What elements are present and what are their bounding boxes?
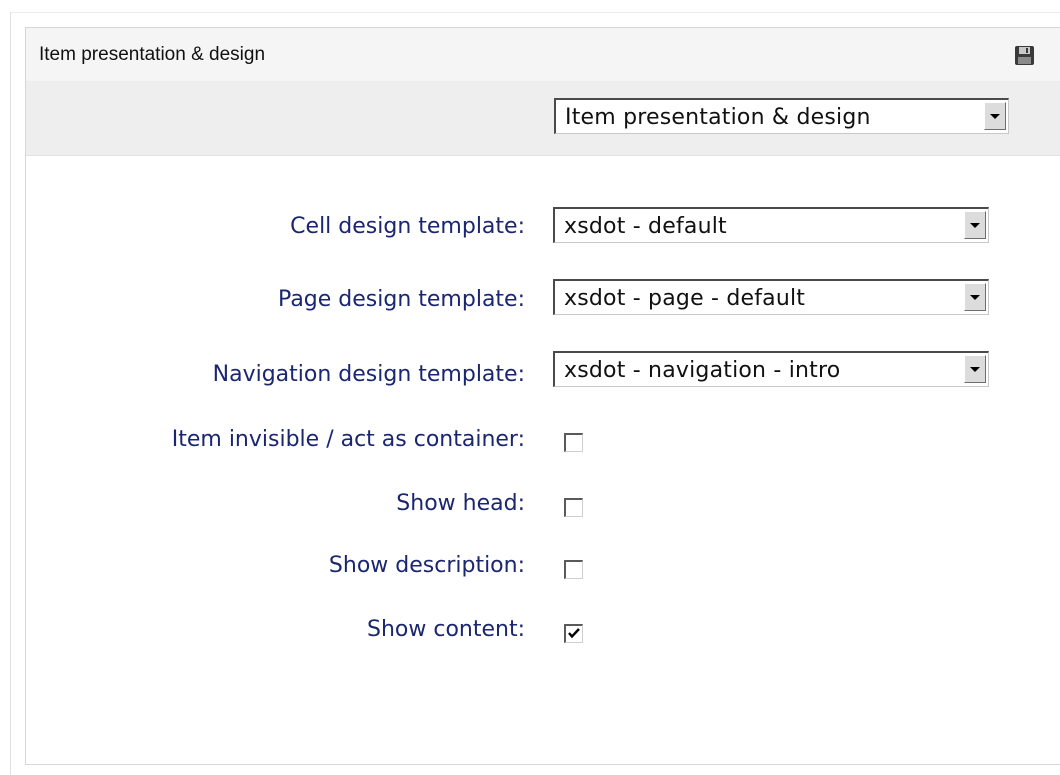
section-select[interactable]: Item presentation & design xyxy=(554,98,1009,134)
show-head-checkbox[interactable] xyxy=(564,498,583,517)
cell-design-template-value: xsdot - default xyxy=(564,214,727,239)
navigation-design-template-label: Navigation design template: xyxy=(212,362,525,387)
cell-design-template-label: Cell design template: xyxy=(290,214,525,239)
panel-header: Item presentation & design xyxy=(26,28,1060,82)
panel-title: Item presentation & design xyxy=(39,44,266,65)
chevron-down-icon[interactable] xyxy=(964,283,986,311)
item-presentation-panel: Item presentation & design Item presenta… xyxy=(25,27,1060,765)
chevron-down-icon[interactable] xyxy=(964,211,986,239)
show-description-checkbox[interactable] xyxy=(564,560,583,579)
show-content-label: Show content: xyxy=(367,617,525,642)
cell-design-template-select[interactable]: xsdot - default xyxy=(553,207,989,243)
chevron-down-icon[interactable] xyxy=(964,355,986,383)
floppy-disk-icon[interactable] xyxy=(1014,45,1035,66)
checkmark-icon xyxy=(568,628,580,639)
page-design-template-select[interactable]: xsdot - page - default xyxy=(553,279,989,315)
show-description-label: Show description: xyxy=(328,553,525,578)
page-design-template-label: Page design template: xyxy=(278,287,525,312)
show-head-label: Show head: xyxy=(396,491,525,516)
item-invisible-label: Item invisible / act as container: xyxy=(171,427,525,452)
navigation-design-template-select[interactable]: xsdot - navigation - intro xyxy=(553,351,989,387)
page-design-template-value: xsdot - page - default xyxy=(564,286,806,311)
item-invisible-checkbox[interactable] xyxy=(564,433,583,452)
section-select-value: Item presentation & design xyxy=(565,105,871,130)
section-toolbar: Item presentation & design xyxy=(26,82,1060,156)
navigation-design-template-value: xsdot - navigation - intro xyxy=(564,358,841,383)
chevron-down-icon[interactable] xyxy=(984,102,1006,130)
show-content-checkbox[interactable] xyxy=(564,624,583,643)
